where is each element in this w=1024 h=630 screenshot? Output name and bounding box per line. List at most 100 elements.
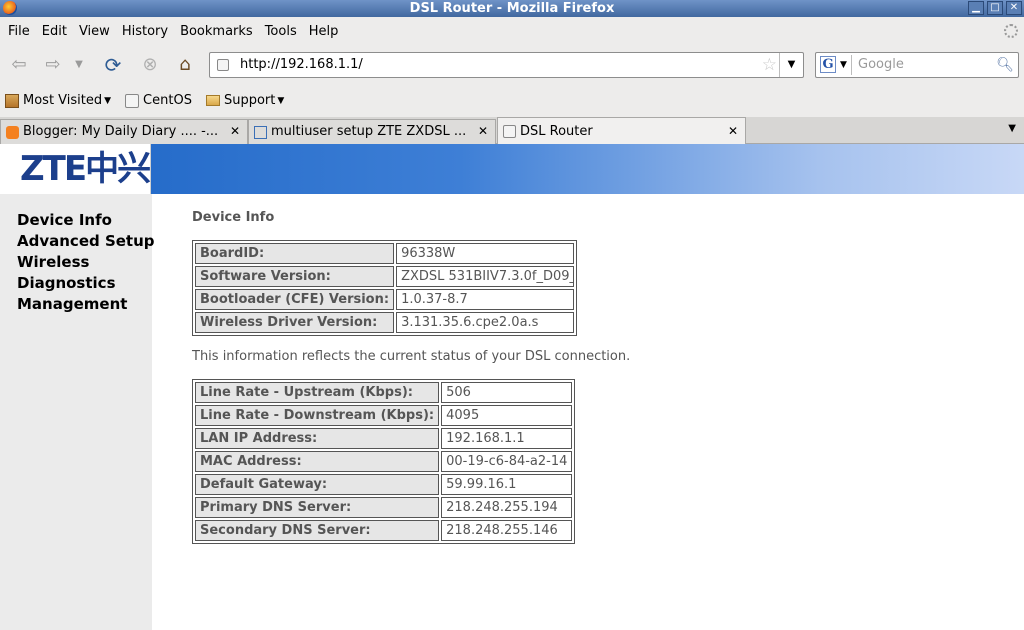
row-label: BoardID:: [195, 243, 395, 264]
main-panel: Device Info BoardID: 96338W Software Ver…: [192, 210, 630, 544]
sidebar-item-diagnostics[interactable]: Diagnostics: [0, 273, 152, 294]
table-row: Line Rate - Upstream (Kbps): 506: [195, 382, 573, 403]
search-icon[interactable]: 🔍︎: [996, 56, 1014, 74]
stop-button[interactable]: ⊗: [138, 53, 162, 77]
menu-help[interactable]: Help: [303, 17, 345, 46]
tab-multiuser-setup[interactable]: multiuser setup ZTE ZXDSL ... ✕: [248, 119, 496, 144]
close-tab-icon[interactable]: ✕: [230, 120, 240, 143]
maximize-button[interactable]: □: [987, 1, 1003, 15]
search-engine-button[interactable]: G ▼: [818, 55, 852, 75]
page-icon: [503, 125, 516, 138]
menu-bar: File Edit View History Bookmarks Tools H…: [0, 17, 1024, 46]
table-row: Bootloader (CFE) Version: 1.0.37-8.7: [195, 289, 575, 310]
back-icon: ⇦: [11, 54, 27, 75]
row-value: 59.99.16.1: [441, 474, 573, 495]
url-bar[interactable]: http://192.168.1.1/ ☆ ▼: [209, 52, 804, 78]
row-value: 506: [441, 382, 573, 403]
close-tab-icon[interactable]: ✕: [728, 118, 738, 144]
row-value: 192.168.1.1: [441, 428, 573, 449]
url-input[interactable]: http://192.168.1.1/: [240, 53, 363, 77]
minimize-button[interactable]: ▁: [968, 1, 984, 15]
row-label: Secondary DNS Server:: [195, 520, 440, 541]
navigation-toolbar: ⇦ ⇨ ▼ ⟳ ⊗ ⌂ http://192.168.1.1/ ☆ ▼ G ▼ …: [0, 46, 1024, 84]
stop-icon: ⊗: [142, 54, 158, 75]
bookmark-support[interactable]: Support ▼: [205, 93, 284, 108]
site-identity-icon[interactable]: [217, 59, 229, 71]
back-button[interactable]: ⇦: [7, 53, 31, 77]
row-label: Default Gateway:: [195, 474, 440, 495]
row-label: Bootloader (CFE) Version:: [195, 289, 395, 310]
sidebar: Device Info Advanced Setup Wireless Diag…: [0, 194, 155, 630]
device-info-table: BoardID: 96338W Software Version: ZXDSL …: [192, 240, 578, 336]
page-header: ZTE中兴: [0, 144, 1024, 194]
menu-bookmarks[interactable]: Bookmarks: [174, 17, 259, 46]
window-title: DSL Router - Mozilla Firefox: [409, 1, 615, 16]
bookmark-most-visited[interactable]: Most Visited ▼: [5, 93, 111, 108]
menu-file[interactable]: File: [2, 17, 36, 46]
table-row: LAN IP Address: 192.168.1.1: [195, 428, 573, 449]
forward-icon: ⇨: [45, 54, 61, 75]
bookmark-label: CentOS: [143, 93, 192, 108]
menu-edit[interactable]: Edit: [36, 17, 73, 46]
tab-dsl-router[interactable]: DSL Router ✕: [497, 117, 746, 144]
most-visited-icon: [5, 93, 19, 108]
tab-blogger[interactable]: Blogger: My Daily Diary .... -... ✕: [0, 119, 248, 144]
row-value: 4095: [441, 405, 573, 426]
tab-list-icon[interactable]: ▼: [1008, 123, 1016, 134]
tab-label: DSL Router: [520, 124, 593, 139]
bookmark-label: Most Visited: [23, 93, 103, 108]
status-note: This information reflects the current st…: [192, 349, 631, 364]
sidebar-item-wireless[interactable]: Wireless: [0, 252, 152, 273]
row-value: 218.248.255.146: [441, 520, 573, 541]
sidebar-item-device-info[interactable]: Device Info: [0, 210, 152, 231]
sidebar-item-advanced-setup[interactable]: Advanced Setup: [0, 231, 155, 252]
close-window-button[interactable]: ✕: [1006, 1, 1022, 15]
row-value: 00-19-c6-84-a2-14: [441, 451, 573, 472]
table-row: BoardID: 96338W: [195, 243, 575, 264]
reload-button[interactable]: ⟳: [101, 53, 125, 77]
logo-text: ZTE中兴: [20, 149, 151, 189]
bf-icon: [254, 126, 267, 139]
search-input[interactable]: Google: [858, 53, 904, 77]
star-icon[interactable]: ☆: [762, 55, 777, 75]
page-title: Device Info: [192, 210, 275, 225]
row-label: Primary DNS Server:: [195, 497, 440, 518]
google-icon: G: [820, 56, 836, 73]
row-label: LAN IP Address:: [195, 428, 440, 449]
menu-history[interactable]: History: [116, 17, 174, 46]
sidebar-item-management[interactable]: Management: [0, 294, 152, 315]
tab-strip: Blogger: My Daily Diary .... -... ✕ mult…: [0, 117, 1024, 144]
forward-button[interactable]: ⇨: [41, 53, 65, 77]
window-titlebar: DSL Router - Mozilla Firefox ▁ □ ✕: [0, 0, 1024, 17]
bookmarks-toolbar: Most Visited ▼ CentOS Support ▼: [0, 84, 1024, 117]
throbber-icon: [1004, 24, 1018, 38]
row-value: 96338W: [396, 243, 575, 264]
history-dropdown-icon: ▼: [75, 59, 83, 70]
blogger-icon: [6, 126, 19, 139]
table-row: Line Rate - Downstream (Kbps): 4095: [195, 405, 573, 426]
row-value: ZXDSL 531BIIV7.3.0f_D09_IN: [396, 266, 575, 287]
search-bar[interactable]: G ▼ Google 🔍︎: [815, 52, 1019, 78]
row-value: 1.0.37-8.7: [396, 289, 575, 310]
url-dropdown-button[interactable]: ▼: [779, 53, 803, 77]
table-row: MAC Address: 00-19-c6-84-a2-14: [195, 451, 573, 472]
table-row: Primary DNS Server: 218.248.255.194: [195, 497, 573, 518]
menu-tools[interactable]: Tools: [259, 17, 303, 46]
tab-label: Blogger: My Daily Diary .... -...: [23, 124, 219, 139]
row-label: Line Rate - Downstream (Kbps):: [195, 405, 440, 426]
close-tab-icon[interactable]: ✕: [478, 120, 488, 143]
row-label: Line Rate - Upstream (Kbps):: [195, 382, 440, 403]
chevron-down-icon: ▼: [840, 60, 847, 70]
home-icon: ⌂: [179, 54, 191, 75]
menu-view[interactable]: View: [73, 17, 116, 46]
bookmark-centos[interactable]: CentOS: [125, 93, 192, 108]
reload-icon: ⟳: [104, 53, 122, 77]
folder-icon: [205, 95, 220, 106]
history-dropdown-button[interactable]: ▼: [72, 53, 86, 77]
connection-status-table: Line Rate - Upstream (Kbps): 506 Line Ra…: [192, 379, 576, 544]
chevron-down-icon: ▼: [787, 59, 796, 70]
home-button[interactable]: ⌂: [173, 53, 197, 77]
row-label: Software Version:: [195, 266, 395, 287]
page-icon: [125, 93, 140, 108]
zte-logo: ZTE中兴: [0, 144, 151, 194]
